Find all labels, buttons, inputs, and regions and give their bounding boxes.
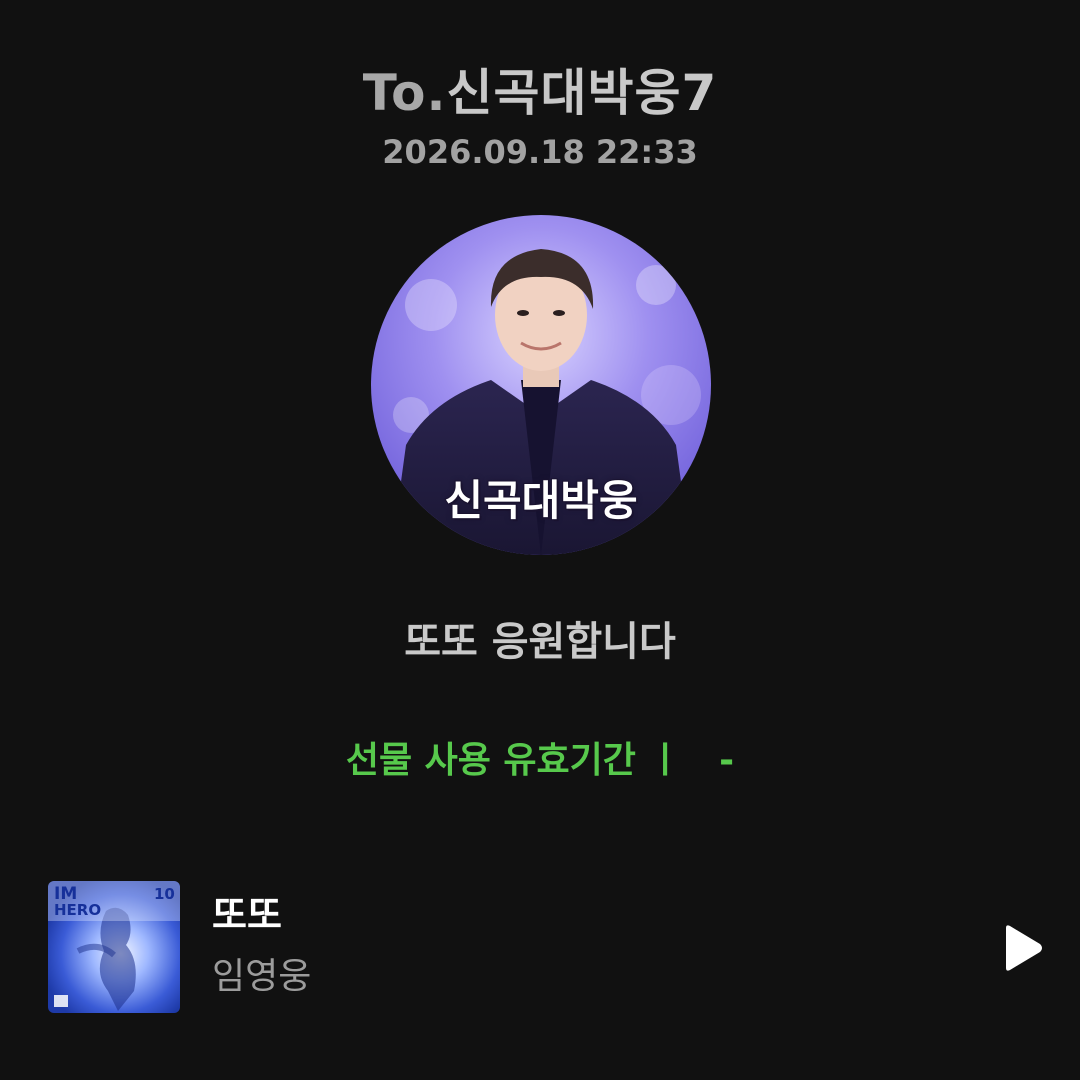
svg-text:10: 10 <box>154 885 175 903</box>
avatar-caption: 신곡대박웅 <box>443 475 638 526</box>
track-artist: 임영웅 <box>212 956 312 997</box>
play-icon[interactable] <box>996 922 1048 974</box>
sent-timestamp: 2026.09.18 22:33 <box>382 133 698 171</box>
album-art: IM HERO 10 <box>48 881 180 1013</box>
svg-text:HERO: HERO <box>54 901 101 919</box>
track-title: 또또 <box>212 893 282 937</box>
recipient-avatar: 신곡대박웅 <box>371 215 711 555</box>
gift-header: To.신곡대박웅7 2026.09.18 22:33 <box>0 58 1080 174</box>
recipient-name: 신곡대박웅7 <box>446 64 718 122</box>
gift-message: 또또 응원합니다 <box>404 619 676 665</box>
gift-validity: 선물 사용 유효기간 ㅣ - <box>0 733 1080 789</box>
play-button[interactable] <box>996 922 1048 974</box>
track-row[interactable]: IM HERO 10 또또 임영웅 <box>48 880 1048 1014</box>
validity-label: 선물 사용 유효기간 ㅣ <box>345 740 682 781</box>
recipient-title: To.신곡대박웅7 <box>0 58 1080 128</box>
validity-value: - <box>719 740 735 781</box>
to-prefix: To. <box>362 64 447 122</box>
album-cover-image: IM HERO 10 <box>48 881 180 1013</box>
